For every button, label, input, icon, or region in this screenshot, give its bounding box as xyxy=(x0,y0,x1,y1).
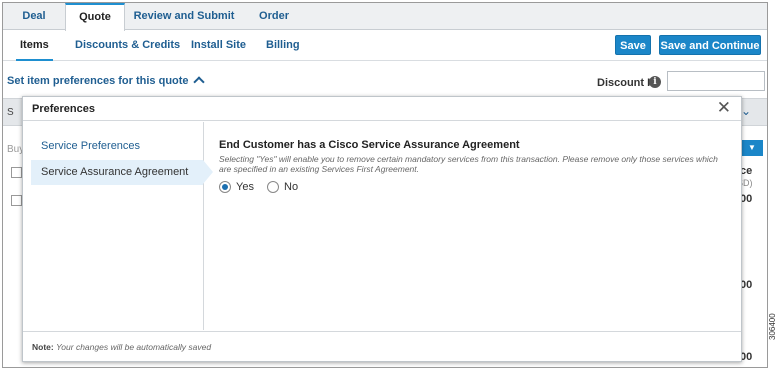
note-text: Your changes will be automatically saved xyxy=(56,342,212,352)
tab-deal[interactable]: Deal xyxy=(3,3,65,30)
agreement-question: End Customer has a Cisco Service Assuran… xyxy=(219,139,520,151)
bar-text-fragment: S xyxy=(7,107,14,118)
subtab-install-site[interactable]: Install Site xyxy=(191,39,246,51)
sidebar-item-service-assurance-agreement[interactable]: Service Assurance Agreement xyxy=(31,160,213,185)
radio-yes[interactable] xyxy=(219,181,231,193)
radio-no-label[interactable]: No xyxy=(284,181,298,193)
sidebar-item-service-preferences[interactable]: Service Preferences xyxy=(31,134,203,159)
discount-id-input[interactable] xyxy=(667,71,765,91)
info-icon[interactable]: i xyxy=(649,76,661,88)
close-icon[interactable]: ✕ xyxy=(717,99,731,117)
chevron-up-icon xyxy=(192,76,205,88)
autosave-note: Note: Your changes will be automatically… xyxy=(32,342,211,352)
radio-no[interactable] xyxy=(267,181,279,193)
subtab-discounts-credits[interactable]: Discounts & Credits xyxy=(75,39,180,51)
item-preferences-link[interactable]: Set item preferences for this quote xyxy=(7,75,205,88)
save-and-continue-button[interactable]: Save and Continue › xyxy=(659,35,761,72)
modal-footer: Note: Your changes will be automatically… xyxy=(23,331,741,362)
tab-review-and-submit[interactable]: Review and Submit xyxy=(125,3,243,30)
subtab-items[interactable]: Items xyxy=(16,39,53,61)
row-checkbox[interactable] xyxy=(11,195,22,206)
save-button[interactable]: Save xyxy=(615,35,651,55)
item-preferences-label: Set item preferences for this quote xyxy=(7,75,189,87)
chevron-down-icon[interactable]: ⌄ xyxy=(741,104,751,118)
tab-quote[interactable]: Quote xyxy=(65,3,125,31)
preferences-modal: Preferences ✕ Service Preferences Servic… xyxy=(22,96,742,362)
modal-title: Preferences xyxy=(32,103,95,115)
radio-yes-label[interactable]: Yes xyxy=(236,181,254,193)
figure-number: 306400 xyxy=(768,313,777,340)
agreement-description: Selecting "Yes" will enable you to remov… xyxy=(219,154,718,174)
note-prefix: Note: xyxy=(32,342,54,352)
tab-order[interactable]: Order xyxy=(243,3,305,30)
sub-navigation: Items Discounts & Credits Install Site B… xyxy=(3,31,767,61)
app-frame: Deal Quote Review and Submit Order Items… xyxy=(2,2,768,368)
main-tabbar: Deal Quote Review and Submit Order xyxy=(3,3,767,31)
preferences-sidebar: Service Preferences Service Assurance Ag… xyxy=(23,122,213,330)
dropdown-toggle[interactable]: ▼ xyxy=(741,140,763,156)
select-all-checkbox[interactable] xyxy=(11,167,22,178)
modal-header: Preferences ✕ xyxy=(23,97,741,121)
subtab-billing[interactable]: Billing xyxy=(266,39,300,51)
